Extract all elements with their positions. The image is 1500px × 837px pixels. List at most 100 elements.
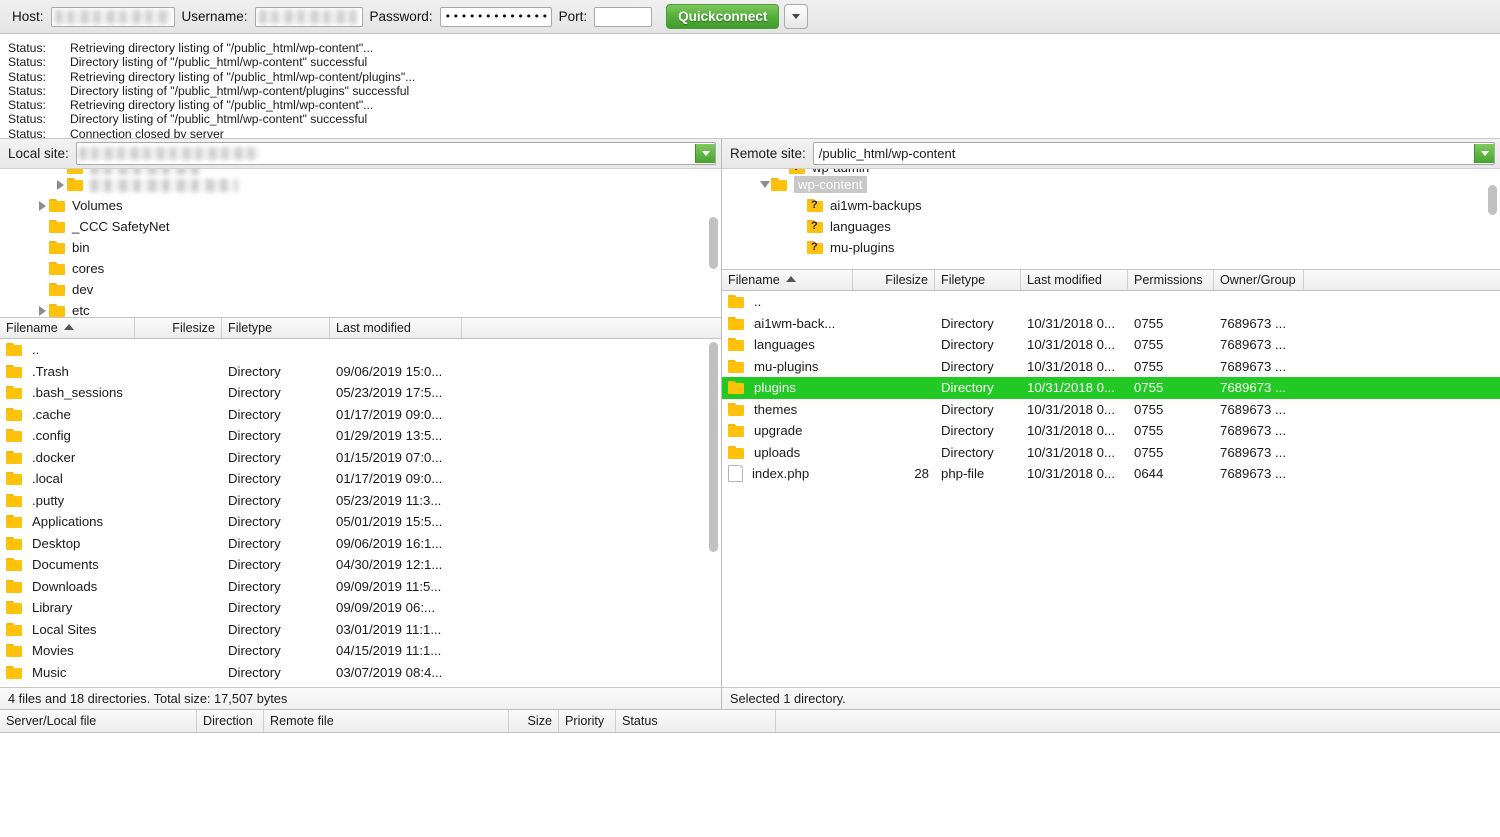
local-col-filename[interactable]: Filename [0,318,135,338]
remote-col-lastmodified[interactable]: Last modified [1021,270,1128,290]
table-row[interactable]: .bash_sessionsDirectory05/23/2019 17:5..… [0,382,721,404]
cell-size [135,640,222,662]
tree-item[interactable]: etc [0,300,721,318]
log-entry-message: Retrieving directory listing of "/public… [70,98,373,112]
local-col-lastmodified[interactable]: Last modified [330,318,462,338]
table-row[interactable]: DownloadsDirectory09/09/2019 11:5... [0,576,721,598]
remote-site-value[interactable]: /public_html/wp-content [814,144,1474,163]
tree-item[interactable]: dev [0,279,721,300]
queue-col-priority[interactable]: Priority [559,710,616,732]
local-col-filetype[interactable]: Filetype [222,318,330,338]
folder-icon [728,446,745,459]
cell-modified: 10/31/2018 0... [1021,356,1128,378]
local-directory-tree[interactable]: Volumes _CCC SafetyNetbincoresdevetc [0,169,721,318]
table-row[interactable]: Local SitesDirectory03/01/2019 11:1... [0,619,721,641]
table-row[interactable]: .. [722,291,1500,313]
table-row[interactable]: index.php28php-file10/31/2018 0...064476… [722,463,1500,485]
table-row[interactable]: ai1wm-back...Directory10/31/2018 0...075… [722,313,1500,335]
tree-item[interactable]: ?languages [722,216,1500,237]
file-name-label: .cache [32,404,71,426]
message-log[interactable]: Status:Retrieving directory listing of "… [0,34,1500,139]
local-site-dropdown-button[interactable] [695,144,715,163]
folder-icon [49,262,66,275]
local-site-combo[interactable] [76,142,716,165]
table-row[interactable]: .dockerDirectory01/15/2019 07:0... [0,447,721,469]
table-row[interactable]: DocumentsDirectory04/30/2019 12:1... [0,554,721,576]
username-input[interactable] [255,7,363,27]
local-col-filesize[interactable]: Filesize [135,318,222,338]
table-row[interactable]: ApplicationsDirectory05/01/2019 15:5... [0,511,721,533]
remote-file-list[interactable]: Filename Filesize Filetype Last modified… [722,270,1500,687]
cell-perm: 0755 [1128,377,1214,399]
log-entry-message: Directory listing of "/public_html/wp-co… [70,112,367,126]
tree-item-label: wp-content [794,176,867,193]
tree-expander[interactable] [54,180,67,190]
tree-expander[interactable] [758,181,771,188]
local-file-list[interactable]: Filename Filesize Filetype Last modified… [0,318,721,687]
remote-col-filler [1304,270,1500,290]
local-list-scrollbar[interactable] [708,342,719,672]
remote-site-dropdown-button[interactable] [1474,144,1494,163]
tree-item[interactable]: Volumes [0,195,721,216]
tree-item[interactable]: ?mu-plugins [722,237,1500,258]
host-input[interactable] [51,7,175,27]
remote-col-permissions[interactable]: Permissions [1128,270,1214,290]
table-row[interactable]: DesktopDirectory09/06/2019 16:1... [0,533,721,555]
tree-item-label: Volumes [72,198,123,213]
local-tree-scrollbar[interactable] [708,173,719,313]
queue-col-direction[interactable]: Direction [197,710,264,732]
remote-directory-tree[interactable]: ?wp-adminwp-content?ai1wm-backups?langua… [722,169,1500,270]
table-row[interactable]: uploadsDirectory10/31/2018 0...075576896… [722,442,1500,464]
table-row[interactable]: MusicDirectory03/07/2019 08:4... [0,662,721,684]
local-site-value[interactable] [77,144,695,163]
tree-expander[interactable] [36,306,49,316]
queue-column-headers: Server/Local file Direction Remote file … [0,710,1500,733]
file-name-label: .local [32,468,63,490]
remote-col-ownergroup[interactable]: Owner/Group [1214,270,1304,290]
tree-item[interactable] [0,174,721,195]
queue-col-size[interactable]: Size [509,710,559,732]
table-row[interactable]: .cacheDirectory01/17/2019 09:0... [0,404,721,426]
tree-item[interactable]: bin [0,237,721,258]
remote-site-combo[interactable]: /public_html/wp-content [813,142,1495,165]
log-entry-key: Status: [0,98,70,112]
quickconnect-history-dropdown[interactable] [784,4,808,29]
table-row[interactable]: .configDirectory01/29/2019 13:5... [0,425,721,447]
cell-type: Directory [222,597,330,619]
local-list-scroll-thumb[interactable] [709,342,718,552]
tree-item[interactable]: wp-content [722,174,1500,195]
tree-item[interactable]: cores [0,258,721,279]
table-row[interactable]: MoviesDirectory04/15/2019 11:1... [0,640,721,662]
queue-col-remotefile[interactable]: Remote file [264,710,509,732]
table-row[interactable]: upgradeDirectory10/31/2018 0...075576896… [722,420,1500,442]
cell-type: Directory [935,420,1021,442]
quickconnect-button[interactable]: Quickconnect [666,4,779,29]
queue-col-status[interactable]: Status [616,710,776,732]
remote-col-filetype[interactable]: Filetype [935,270,1021,290]
table-row[interactable]: .TrashDirectory09/06/2019 15:0... [0,361,721,383]
password-input[interactable]: ••••••••••••• [440,7,552,27]
table-row[interactable]: .localDirectory01/17/2019 09:0... [0,468,721,490]
table-row[interactable]: mu-pluginsDirectory10/31/2018 0...075576… [722,356,1500,378]
file-name-label: Documents [32,554,99,576]
table-row[interactable]: .. [0,339,721,361]
local-tree-scroll-thumb[interactable] [709,217,718,269]
remote-col-filesize[interactable]: Filesize [853,270,935,290]
tree-item[interactable]: _CCC SafetyNet [0,216,721,237]
queue-col-serverlocal[interactable]: Server/Local file [0,710,197,732]
port-input[interactable] [594,7,652,27]
table-row[interactable]: themesDirectory10/31/2018 0...0755768967… [722,399,1500,421]
log-entry-key: Status: [0,41,70,55]
queue-rows[interactable] [0,733,1500,818]
remote-tree-scroll-thumb[interactable] [1488,185,1497,215]
table-row[interactable]: LibraryDirectory09/09/2019 06:... [0,597,721,619]
cell-perm: 0755 [1128,420,1214,442]
tree-item[interactable]: ?ai1wm-backups [722,195,1500,216]
table-row[interactable]: languagesDirectory10/31/2018 0...0755768… [722,334,1500,356]
tree-expander[interactable] [36,201,49,211]
table-row[interactable]: pluginsDirectory10/31/2018 0...075576896… [722,377,1500,399]
remote-col-filename[interactable]: Filename [722,270,853,290]
table-row[interactable]: .puttyDirectory05/23/2019 11:3... [0,490,721,512]
cell-name: .bash_sessions [0,382,135,404]
remote-tree-scrollbar[interactable] [1487,173,1498,265]
